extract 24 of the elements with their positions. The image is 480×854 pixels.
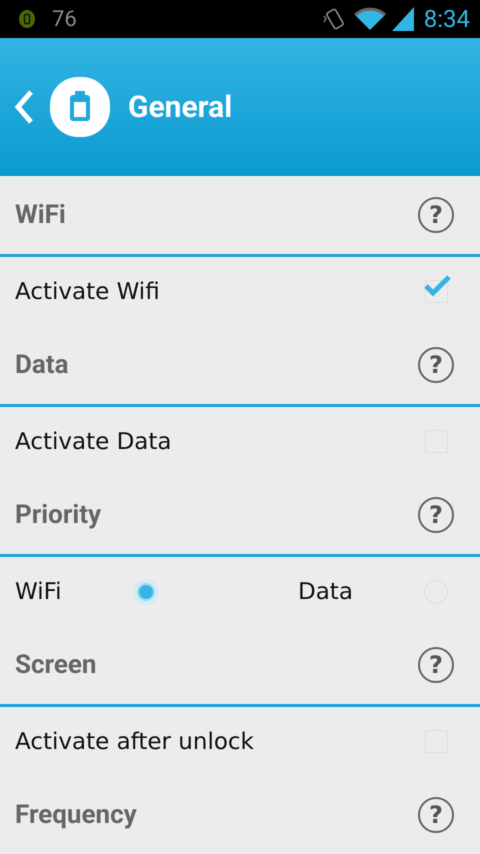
back-button[interactable]	[14, 75, 112, 139]
section-title: WiFi	[15, 200, 66, 230]
battery-app-icon	[18, 9, 36, 29]
checkbox[interactable]	[422, 274, 452, 304]
setting-label: Activate after unlock	[15, 728, 254, 754]
setting-label: Activate Data	[15, 428, 172, 454]
help-button[interactable]: ?	[418, 647, 454, 683]
notification-count: 76	[52, 6, 77, 32]
back-icon	[14, 89, 34, 125]
option-label: WiFi	[15, 578, 62, 604]
setting-label: Activate Wifi	[15, 278, 160, 304]
clock: 8:34	[424, 5, 470, 33]
option-label: Data	[298, 578, 353, 604]
section-title: Frequency	[15, 800, 137, 830]
wifi-icon	[354, 7, 386, 31]
section-title: Screen	[15, 650, 96, 680]
signal-icon	[392, 7, 414, 31]
section-title: Priority	[15, 500, 102, 530]
help-button[interactable]: ?	[418, 497, 454, 533]
screen-title: General	[128, 90, 232, 124]
section-title: Data	[15, 350, 69, 380]
help-button[interactable]: ?	[418, 347, 454, 383]
help-button[interactable]: ?	[418, 797, 454, 833]
help-button[interactable]: ?	[418, 197, 454, 233]
